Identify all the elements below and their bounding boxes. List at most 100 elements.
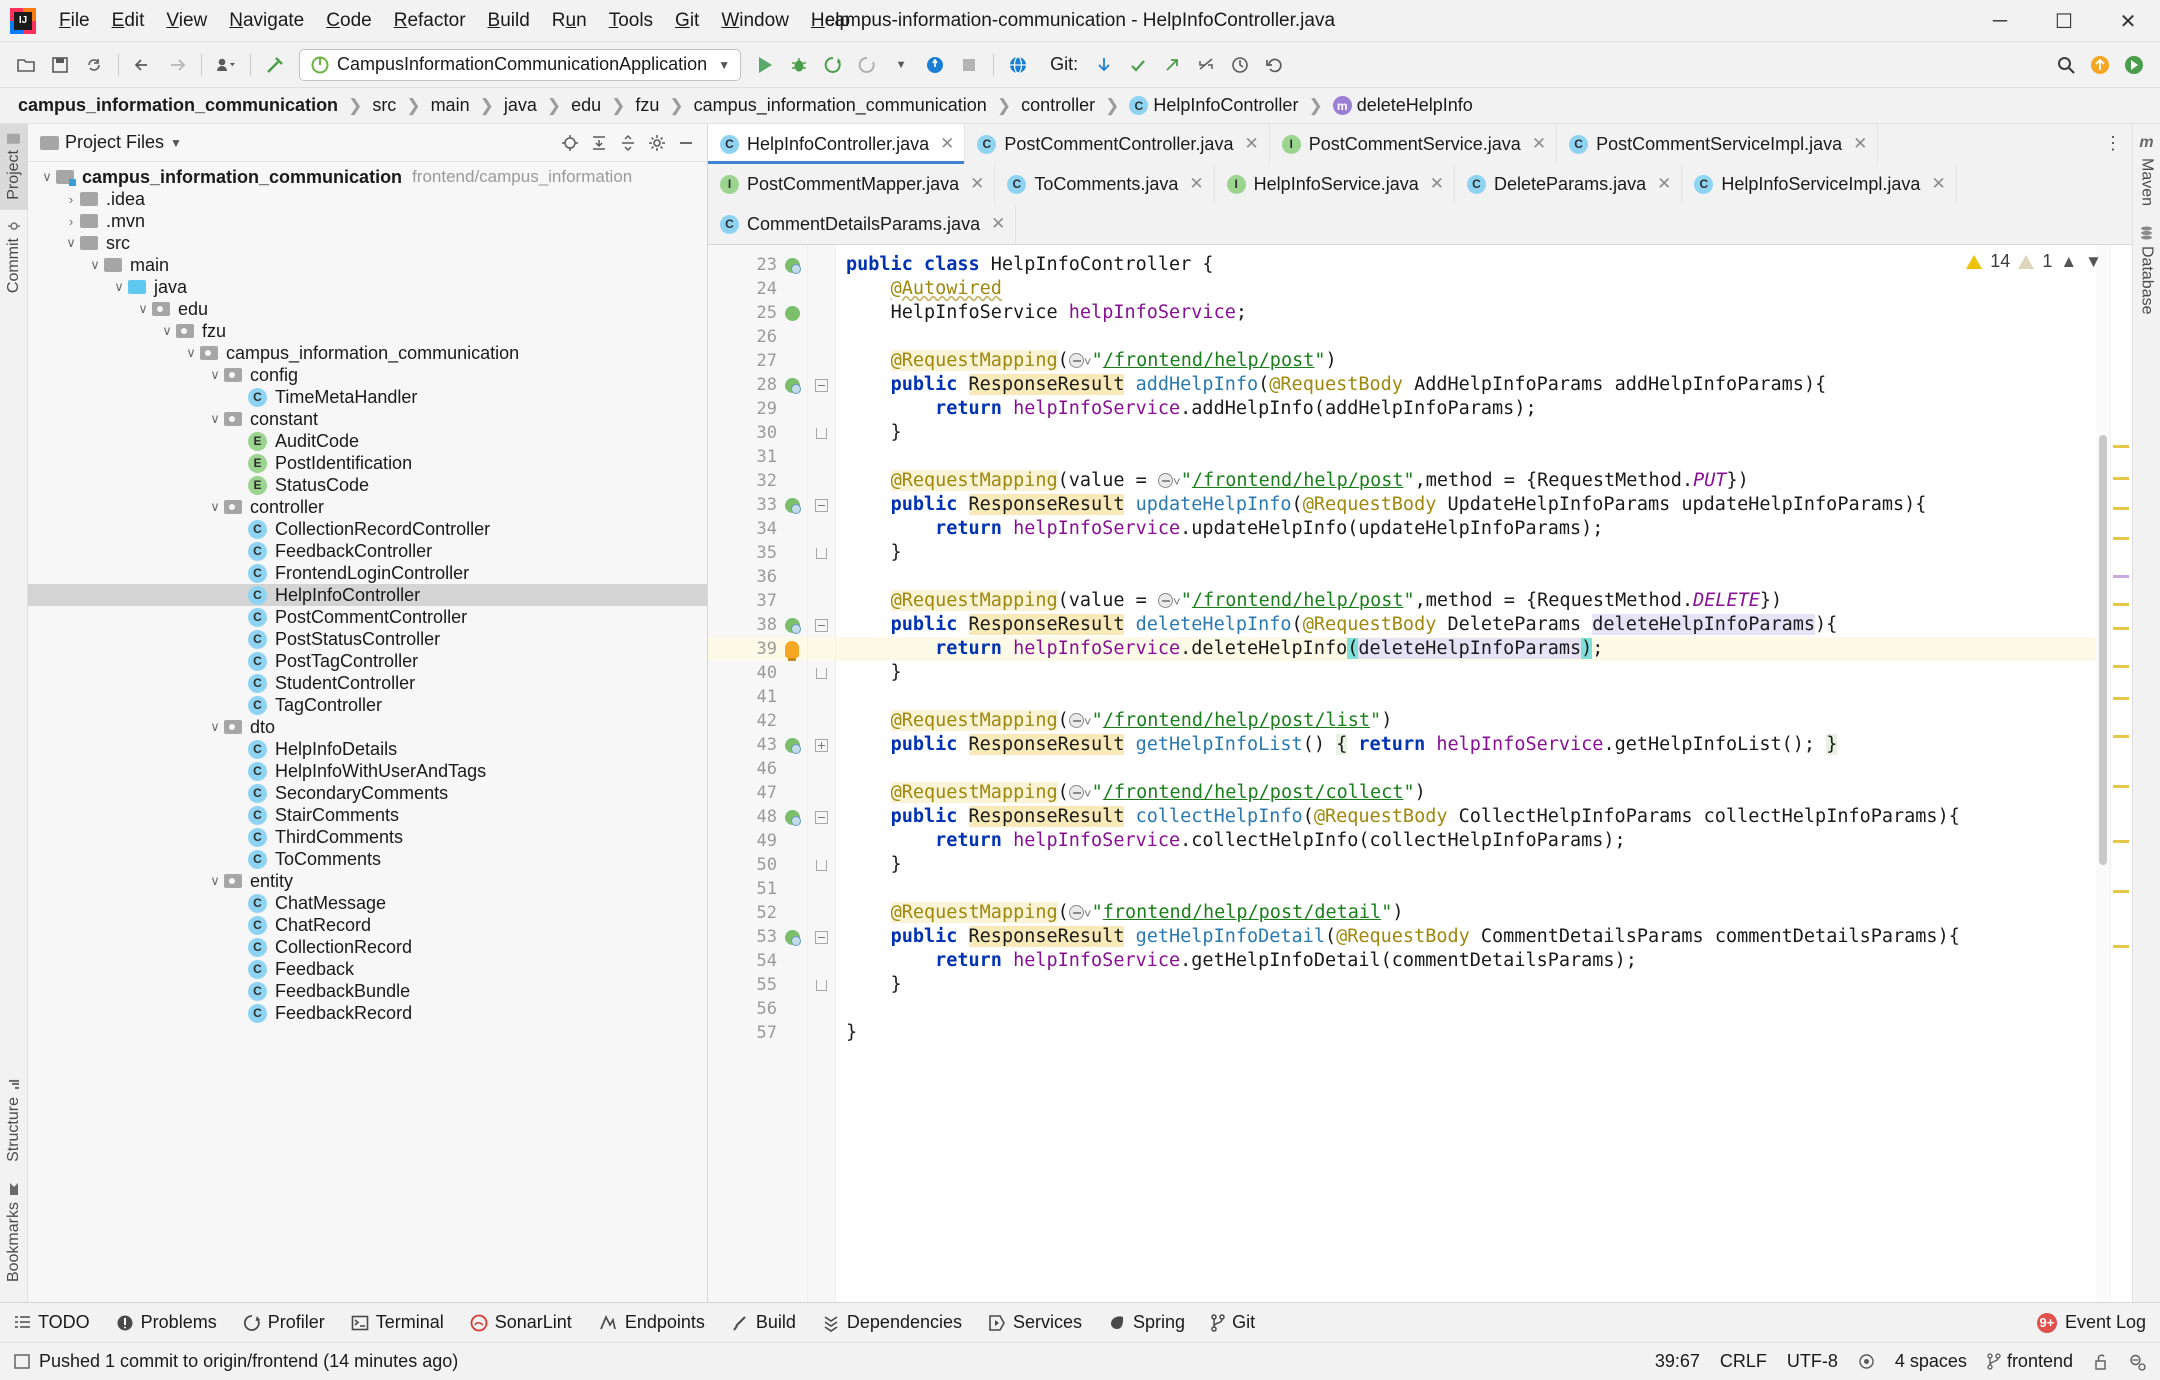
chevron-down-icon[interactable]: ∨ (206, 873, 224, 889)
gutter-line[interactable]: 41 (708, 685, 807, 709)
gutter-line[interactable]: 25 (708, 301, 807, 325)
reader-mode-icon[interactable] (1858, 1353, 1875, 1370)
tree-row[interactable]: EPostIdentification (28, 452, 707, 474)
chevron-down-icon[interactable]: ∨ (134, 301, 152, 317)
tree-row[interactable]: CThirdComments (28, 826, 707, 848)
tree-row[interactable]: ∨src (28, 232, 707, 254)
breadcrumb-item-java[interactable]: java (500, 93, 541, 118)
fold-marker[interactable] (808, 661, 835, 685)
close-tab-icon[interactable]: ✕ (940, 134, 954, 154)
chevron-down-icon[interactable]: ∨ (86, 257, 104, 273)
chevron-down-icon[interactable]: ∨ (38, 169, 56, 185)
git-update-icon[interactable] (1088, 49, 1120, 81)
fold-marker[interactable] (808, 733, 835, 757)
chevron-right-icon[interactable]: › (62, 214, 80, 229)
tool-window-button-profiler[interactable]: Profiler (243, 1312, 325, 1333)
close-tab-icon[interactable]: ✕ (1931, 174, 1945, 194)
chevron-down-icon[interactable]: ∨ (206, 499, 224, 515)
gutter-line[interactable]: 56 (708, 997, 807, 1021)
fold-marker[interactable] (808, 925, 835, 949)
tool-window-button-build[interactable]: Build (731, 1312, 796, 1333)
error-stripe-gutter[interactable] (2110, 245, 2132, 1302)
code-editor[interactable]: 14 1 ▲ ▼ 2324252627282930313233343536373… (708, 245, 2132, 1302)
git-branch-compare-icon[interactable] (1190, 49, 1222, 81)
gutter-line[interactable]: 27 (708, 349, 807, 373)
event-log-button[interactable]: 9+Event Log (2037, 1312, 2146, 1333)
chevron-down-icon[interactable]: ∨ (206, 411, 224, 427)
unlocked-icon[interactable] (2093, 1353, 2108, 1371)
tree-row[interactable]: CPostTagController (28, 650, 707, 672)
rail-item-bookmarks[interactable]: Bookmarks (0, 1172, 28, 1292)
rail-item-project[interactable]: Project (0, 124, 28, 210)
fold-marker[interactable] (808, 493, 835, 517)
menu-build[interactable]: Build (477, 0, 541, 41)
tree-row[interactable]: ∨config (28, 364, 707, 386)
line-separator[interactable]: CRLF (1720, 1351, 1767, 1372)
gutter-line[interactable]: 24 (708, 277, 807, 301)
code-content[interactable]: public class HelpInfoController { @Autow… (836, 245, 2096, 1302)
breadcrumb-item-edu[interactable]: edu (567, 93, 605, 118)
rail-item-commit[interactable]: Commit (0, 210, 28, 303)
gutter-line[interactable]: 52 (708, 901, 807, 925)
editor-tab[interactable]: CToComments.java✕ (995, 164, 1214, 204)
tree-row[interactable]: ›.idea (28, 188, 707, 210)
minimize-button[interactable]: ─ (1968, 0, 2032, 42)
close-tab-icon[interactable]: ✕ (1189, 174, 1203, 194)
fold-marker[interactable] (808, 373, 835, 397)
chevron-down-icon[interactable]: ∨ (206, 367, 224, 383)
git-rollback-icon[interactable] (1258, 49, 1290, 81)
breadcrumb-item-class[interactable]: C HelpInfoController (1125, 93, 1302, 118)
menu-file[interactable]: File (48, 0, 101, 41)
tool-window-button-spring[interactable]: Spring (1108, 1312, 1185, 1333)
gutter-line[interactable]: 28 (708, 373, 807, 397)
menu-git[interactable]: Git (664, 0, 710, 41)
tree-row[interactable]: CStudentController (28, 672, 707, 694)
tool-window-button-sonarlint[interactable]: SonarLint (470, 1312, 572, 1333)
tree-row[interactable]: CFrontendLoginController (28, 562, 707, 584)
editor-tab[interactable]: CPostCommentServiceImpl.java✕ (1557, 124, 1878, 164)
tab-list-icon[interactable]: ⋮ (2100, 130, 2126, 156)
gutter-line[interactable]: 47 (708, 781, 807, 805)
tree-row[interactable]: CHelpInfoWithUserAndTags (28, 760, 707, 782)
gutter-line[interactable]: 42 (708, 709, 807, 733)
close-tab-icon[interactable]: ✕ (1853, 134, 1867, 154)
git-commit-icon[interactable] (1122, 49, 1154, 81)
tree-row[interactable]: CCollectionRecordController (28, 518, 707, 540)
gutter-line[interactable]: 36 (708, 565, 807, 589)
profile-run-button[interactable] (851, 49, 883, 81)
editor-tab[interactable]: CDeleteParams.java✕ (1455, 164, 1682, 204)
tree-row[interactable]: ∨entity (28, 870, 707, 892)
rail-item-maven[interactable]: m Maven (2133, 124, 2160, 216)
chevron-down-icon[interactable]: ∨ (206, 719, 224, 735)
menu-run[interactable]: Run (541, 0, 598, 41)
gutter-line[interactable]: 50 (708, 853, 807, 877)
chevron-down-icon[interactable]: ∨ (110, 279, 128, 295)
gutter-line[interactable]: 55 (708, 973, 807, 997)
fold-marker[interactable] (808, 973, 835, 997)
git-push-icon[interactable] (1156, 49, 1188, 81)
fold-marker[interactable] (808, 853, 835, 877)
editor-tab[interactable]: CHelpInfoController.java✕ (708, 124, 965, 164)
inspection-widget[interactable]: 14 1 ▲ ▼ (1966, 251, 2102, 272)
close-tab-icon[interactable]: ✕ (1657, 174, 1671, 194)
breadcrumb-item-method[interactable]: m deleteHelpInfo (1329, 93, 1477, 118)
services-globe-icon[interactable] (1002, 49, 1034, 81)
settings-gear-icon[interactable] (644, 130, 670, 156)
navigate-forward-icon[interactable] (161, 49, 193, 81)
gutter-line[interactable]: 39 (708, 637, 807, 661)
chevron-up-icon[interactable]: ▲ (2060, 252, 2077, 272)
stop-icon[interactable] (953, 49, 985, 81)
search-everywhere-icon[interactable] (2050, 49, 2082, 81)
tree-row[interactable]: EStatusCode (28, 474, 707, 496)
gutter-line[interactable]: 30 (708, 421, 807, 445)
ide-settings-icon[interactable] (2118, 49, 2150, 81)
tree-row[interactable]: ∨controller (28, 496, 707, 518)
chevron-down-icon[interactable]: ▼ (2085, 252, 2102, 272)
gutter-line[interactable]: 32 (708, 469, 807, 493)
gutter-line[interactable]: 23 (708, 253, 807, 277)
editor-tab[interactable]: CHelpInfoServiceImpl.java✕ (1682, 164, 1956, 204)
gutter-line[interactable]: 40 (708, 661, 807, 685)
chevron-down-icon[interactable]: ∨ (158, 323, 176, 339)
fold-marker[interactable] (808, 421, 835, 445)
tree-row[interactable]: CCollectionRecord (28, 936, 707, 958)
